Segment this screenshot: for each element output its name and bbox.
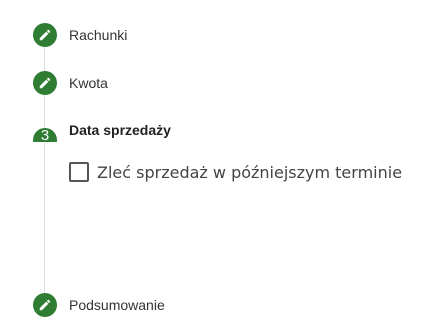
pencil-icon [33, 23, 57, 47]
step-label: Kwota [69, 75, 108, 91]
later-sale-checkbox-label[interactable]: Zleć sprzedaż w późniejszym terminie [97, 163, 402, 182]
step-kwota[interactable]: Kwota [33, 71, 108, 95]
step-number-badge: 3 [33, 128, 57, 142]
step-connector [44, 95, 45, 128]
pencil-icon [33, 293, 57, 317]
step-label-active: Data sprzedaży [69, 122, 171, 138]
step-rachunki[interactable]: Rachunki [33, 23, 127, 47]
later-sale-checkbox[interactable] [69, 162, 89, 182]
stepper: Rachunki Kwota 3 Data sprzedaży Zleć spr… [0, 0, 434, 331]
step-podsumowanie[interactable]: Podsumowanie [33, 293, 165, 317]
step-connector [44, 47, 45, 71]
later-sale-option[interactable]: Zleć sprzedaż w późniejszym terminie [69, 162, 402, 182]
step-connector [44, 143, 45, 293]
pencil-icon [33, 71, 57, 95]
step-label: Podsumowanie [69, 297, 165, 313]
step-number: 3 [40, 128, 50, 142]
step-label: Rachunki [69, 27, 128, 43]
